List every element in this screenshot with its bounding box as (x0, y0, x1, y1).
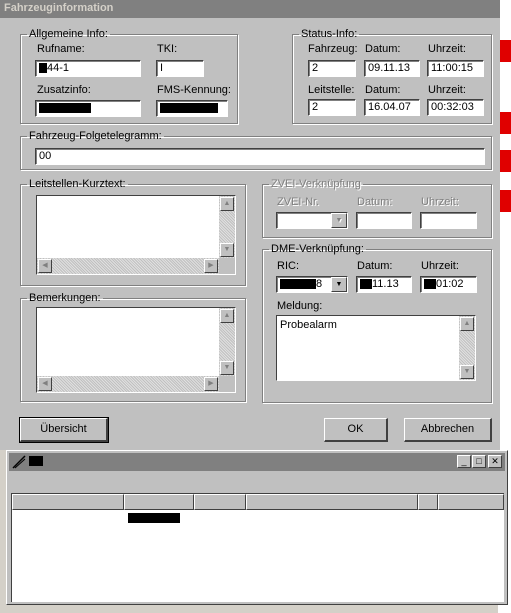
dialog-title: Fahrzeuginformation (4, 2, 114, 14)
dialog-titlebar[interactable]: Fahrzeuginformation (0, 0, 500, 18)
dme-legend: DME-Verknüpfung: (271, 243, 364, 255)
column-header-display[interactable] (438, 494, 504, 510)
zvei-nr-label: ZVEI-Nr. (277, 196, 320, 208)
redaction (424, 279, 436, 290)
bemerkungen-hscrollbar[interactable]: ◀ ▶ (37, 376, 219, 392)
status-uhrzeit-label: Uhrzeit: (428, 43, 466, 55)
dme-uhrzeit-field[interactable]: 01:02 (420, 276, 477, 293)
kurztext-legend: Leitstellen-Kurztext: (29, 178, 126, 190)
zvei-nr-select[interactable]: ▼ (276, 212, 348, 229)
ok-button[interactable]: OK (324, 418, 388, 442)
vehicle-info-dialog: Fahrzeuginformation Allgemeine Info: Ruf… (0, 0, 500, 450)
fahrzeug-label: Fahrzeug: (308, 43, 358, 55)
redaction (160, 103, 218, 114)
folgetelegramm-field[interactable]: 00 (35, 148, 485, 165)
kurztext-vscrollbar[interactable]: ▲ ▼ (219, 196, 235, 258)
scroll-left-icon[interactable]: ◀ (38, 259, 52, 273)
bemerkungen-legend: Bemerkungen: (29, 292, 101, 304)
row-richtung (128, 512, 180, 524)
scroll-left-icon[interactable]: ◀ (38, 377, 52, 391)
fahrzeug-status-field[interactable]: 2 (308, 60, 356, 77)
scroll-right-icon[interactable]: ▶ (204, 377, 218, 391)
scroll-down-icon[interactable]: ▼ (460, 365, 474, 379)
rufname-label: Rufname: (37, 43, 85, 55)
meldung-vscrollbar[interactable]: ▲ ▼ (459, 316, 475, 380)
ric-select[interactable]: 8 ▼ (276, 276, 348, 293)
dropdown-arrow-icon[interactable]: ▼ (331, 213, 347, 228)
antenna-icon (12, 455, 26, 469)
scroll-down-icon[interactable]: ▼ (220, 361, 234, 375)
bemerkungen-textarea[interactable]: ▲ ▼ ◀ ▶ (36, 307, 236, 393)
ric-label: RIC: (277, 260, 299, 272)
column-header-meldung[interactable] (246, 494, 418, 510)
status-datum2-label: Datum: (365, 84, 401, 96)
scroll-down-icon[interactable]: ▼ (220, 243, 234, 257)
status-uhrzeit2-label: Uhrzeit: (428, 84, 466, 96)
column-header-t[interactable] (418, 494, 438, 510)
telegram-list[interactable] (11, 493, 504, 602)
tki-label: TKI: (157, 43, 178, 55)
scroll-up-icon[interactable]: ▲ (460, 317, 474, 331)
general-info-legend: Allgemeine Info: (29, 28, 108, 40)
zvei-datum-field[interactable] (356, 212, 412, 229)
fahrzeug-datum-field[interactable]: 09.11.13 (364, 60, 420, 77)
leitstelle-label: Leitstelle: (308, 84, 355, 96)
scroll-right-icon[interactable]: ▶ (204, 259, 218, 273)
fms-label: FMS-Kennung: (157, 84, 231, 96)
tki-field[interactable]: I (156, 60, 204, 77)
meldung-text: Probealarm (280, 319, 337, 331)
zvei-datum-label: Datum: (357, 196, 393, 208)
folgetelegramm-legend: Fahrzeug-Folgetelegramm: (29, 130, 162, 142)
leitstelle-uhrzeit-field[interactable]: 00:32:03 (427, 99, 484, 116)
scroll-corner (219, 376, 235, 392)
zusatzinfo-field[interactable] (35, 100, 141, 117)
close-icon[interactable]: ✕ (488, 455, 502, 468)
kurztext-hscrollbar[interactable]: ◀ ▶ (37, 258, 219, 274)
status-info-legend: Status-Info: (301, 28, 358, 40)
zvei-uhrzeit-field[interactable] (420, 212, 477, 229)
zusatzinfo-label: Zusatzinfo: (37, 84, 91, 96)
maximize-icon[interactable]: □ (472, 455, 486, 468)
redaction (39, 63, 47, 74)
dme-uhrzeit-label: Uhrzeit: (421, 260, 459, 272)
telegram-overview-window: _ □ ✕ (6, 450, 508, 605)
zvei-group: ZVEI-Verknüpfung (262, 178, 492, 238)
zvei-uhrzeit-label: Uhrzeit: (421, 196, 459, 208)
fahrzeug-uhrzeit-field[interactable]: 11:00:15 (427, 60, 484, 77)
meldung-textarea[interactable]: Probealarm ▲ ▼ (276, 315, 476, 381)
dme-datum-label: Datum: (357, 260, 393, 272)
status-datum-label: Datum: (365, 43, 401, 55)
column-header-datum[interactable] (12, 494, 124, 510)
meldung-label: Meldung: (277, 300, 323, 312)
dropdown-arrow-icon[interactable]: ▼ (331, 277, 347, 292)
redaction (280, 279, 316, 290)
scroll-corner (219, 258, 235, 274)
minimize-icon[interactable]: _ (457, 455, 471, 468)
scroll-up-icon[interactable]: ▲ (220, 197, 234, 211)
abbrechen-button[interactable]: Abbrechen (404, 418, 492, 442)
table-row[interactable] (12, 512, 504, 526)
dme-datum-field[interactable]: 11.13 (356, 276, 412, 293)
uebersicht-button[interactable]: Übersicht (19, 417, 109, 443)
redaction (39, 103, 91, 114)
column-header-richtung[interactable] (124, 494, 194, 510)
zvei-legend: ZVEI-Verknüpfung (271, 178, 361, 190)
fms-field[interactable] (156, 100, 228, 117)
kurztext-textarea[interactable]: ▲ ▼ ◀ ▶ (36, 195, 236, 275)
leitstelle-datum-field[interactable]: 16.04.07 (364, 99, 420, 116)
telegram-titlebar[interactable]: _ □ ✕ (9, 453, 505, 471)
column-header-status[interactable] (194, 494, 246, 510)
leitstelle-status-field[interactable]: 2 (308, 99, 356, 116)
redaction (360, 279, 372, 290)
telegram-title (29, 455, 43, 467)
scroll-up-icon[interactable]: ▲ (220, 309, 234, 323)
rufname-field[interactable]: 44-1 (35, 60, 141, 77)
bemerkungen-vscrollbar[interactable]: ▲ ▼ (219, 308, 235, 376)
